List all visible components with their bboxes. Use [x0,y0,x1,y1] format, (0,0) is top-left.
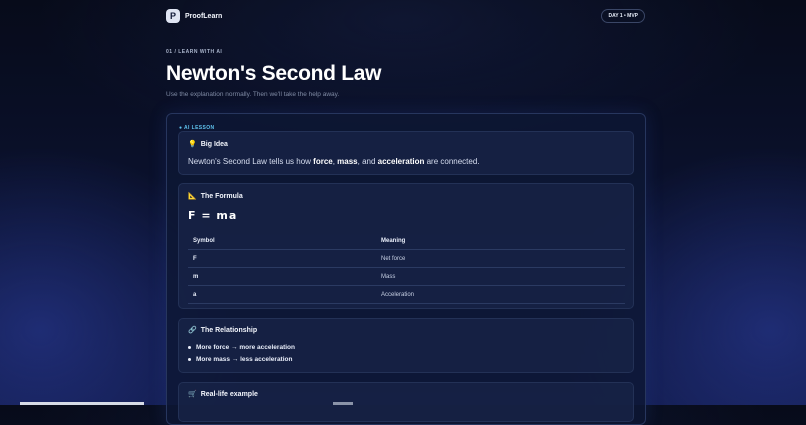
list-item: More force → more acceleration [188,341,295,353]
big-idea-text: Newton's Second Law tells us how force, … [188,157,480,166]
table-row: F Net force [188,249,625,268]
table-header-row: Symbol Meaning [188,232,625,250]
lightbulb-icon: 💡 [188,141,197,148]
column-header-meaning: Meaning [376,232,625,250]
real-life-title: Real-life example [200,391,258,398]
bullet-icon [188,357,191,361]
section-eyebrow: 01 / LEARN WITH AI [166,49,223,55]
formula-table: Symbol Meaning F Net force m Mass a Acce… [188,232,625,304]
formula-card: 📐 The Formula F = ma Symbol Meaning F Ne… [178,183,634,309]
column-header-symbol: Symbol [188,232,376,250]
formula-expression: F = ma [188,209,238,222]
logo-icon: P [166,9,180,23]
symbol-cell: a [188,285,376,304]
meaning-cell: Mass [376,267,625,286]
page-title: Newton's Second Law [166,62,382,85]
shopping-cart-icon: 🛒 [188,391,197,398]
lesson-panel: ● AI LESSON 💡 Big Idea Newton's Second L… [166,113,646,425]
meaning-cell: Acceleration [376,285,625,304]
relationship-card: 🔗 The Relationship More force → more acc… [178,318,634,373]
formula-heading: 📐 The Formula [188,193,243,200]
version-badge: DAY 1 • MVP [601,9,645,23]
brand-name: ProofLearn [185,12,223,20]
big-idea-heading: 💡 Big Idea [188,141,228,148]
symbol-cell: F [188,249,376,268]
list-item: More mass → less acceleration [188,353,295,365]
relationship-title: The Relationship [200,327,258,334]
table-row: a Acceleration [188,285,625,304]
big-idea-title: Big Idea [200,141,228,148]
formula-title: The Formula [200,193,243,200]
relationship-heading: 🔗 The Relationship [188,327,257,334]
big-idea-card: 💡 Big Idea Newton's Second Law tells us … [178,131,634,175]
top-bar: P ProofLearn DAY 1 • MVP [166,7,645,25]
brand[interactable]: P ProofLearn [166,9,222,23]
triangle-ruler-icon: 📐 [188,193,197,200]
real-life-heading: 🛒 Real-life example [188,391,258,398]
link-icon: 🔗 [188,327,197,334]
meaning-cell: Net force [376,249,625,268]
symbol-cell: m [188,267,376,286]
relationship-list: More force → more acceleration More mass… [188,341,295,365]
page-subtitle: Use the explanation normally. Then we'll… [166,91,340,98]
real-life-card: 🛒 Real-life example [178,382,634,422]
table-row: m Mass [188,267,625,286]
bullet-icon [188,345,191,349]
